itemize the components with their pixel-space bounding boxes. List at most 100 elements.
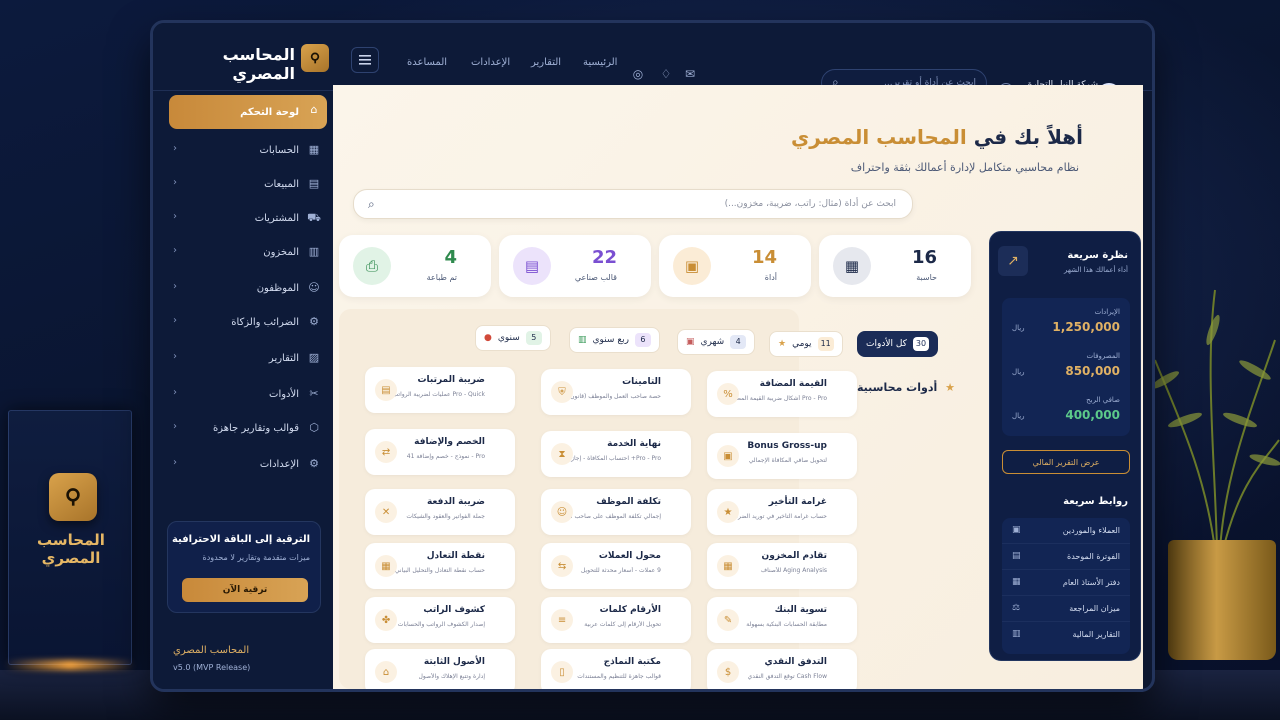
tool-desc: إدارة وتتبع الإهلاك والأصول [418, 673, 485, 680]
hamburger-icon [359, 55, 371, 65]
sidebar-item-templates[interactable]: ⬡ قوالب وتقارير جاهزة ‹ [169, 413, 327, 443]
tool-card[interactable]: ضريبة الدفعة جملة الفواتير والعقود والشيك… [365, 489, 515, 535]
tool-card[interactable]: تسوية البنك مطابقة الحسابات البنكية بسهول… [707, 597, 857, 643]
sidebar-item-dashboard[interactable]: ⌂ لوحة التحكم [169, 95, 327, 129]
sidebar-item-inventory[interactable]: ▥ المخزون ‹ [169, 237, 327, 267]
nav-reports[interactable]: التقارير [531, 57, 561, 68]
chevron-left-icon: ‹ [173, 351, 177, 362]
tool-name: ضريبة المرتبات [417, 375, 485, 385]
tools-heading-label: أدوات محاسبية [857, 381, 938, 394]
star-icon: ★ [717, 501, 739, 523]
tool-desc: 9 عملات - أسعار محدثة للتحويل [580, 567, 661, 574]
tool-card[interactable]: الأصول الثابتة إدارة وتتبع الإهلاك والأصو… [365, 649, 515, 689]
stat-value: 16 [911, 247, 937, 268]
tab-yearly[interactable]: 5 سنوي ● [475, 325, 551, 351]
sidebar: ⌂ لوحة التحكم ▦ الحسابات ‹ ▤ المبيعات ‹ … [153, 91, 333, 689]
tool-card[interactable]: القيمة المضافة Pro - Pro أشكال ضريبة القي… [707, 371, 857, 417]
chart-icon: ▨ [308, 351, 320, 364]
sidebar-item-label: الأدوات [269, 388, 299, 400]
profit-label: صافي الربح [1086, 396, 1120, 404]
tab-quarterly[interactable]: 6 ربع سنوي ▥ [569, 327, 660, 353]
sidebar-item-reports[interactable]: ▨ التقارير ‹ [169, 343, 327, 373]
quick-link-ledger[interactable]: دفتر الأستاذ العام ▦ [1002, 570, 1130, 596]
tool-card[interactable]: الخصم والإضافة Pro - نموذج - خصم وإضافة 4… [365, 429, 515, 475]
tool-card[interactable]: محول العملات 9 عملات - أسعار محدثة للتحوي… [541, 543, 691, 589]
tool-card[interactable]: نهاية الخدمة Pro - Pro+ احتساب المكافأة -… [541, 431, 691, 477]
tool-card[interactable]: ضريبة المرتبات Pro - Quick عمليات لضريبة … [365, 367, 515, 413]
quick-links-title: روابط سريعة [1063, 496, 1128, 507]
users-icon: ☺ [308, 281, 320, 294]
tool-name: الأصول الثابتة [423, 657, 485, 667]
sidebar-item-tools[interactable]: ✂ الأدوات ‹ [169, 379, 327, 409]
sidebar-item-label: لوحة التحكم [240, 106, 299, 118]
stat-value: 14 [751, 247, 777, 268]
sidebar-item-settings[interactable]: ⚙ الإعدادات ‹ [169, 449, 327, 479]
quick-link-label: دفتر الأستاذ العام [1062, 578, 1120, 587]
quick-link-customers[interactable]: العملاء والموردين ▣ [1002, 518, 1130, 544]
tab-monthly[interactable]: 4 شهري ▣ [677, 329, 756, 355]
tool-desc: لتحويل صافي المكافأة الإجمالي [748, 457, 827, 464]
page-subtitle: نظام محاسبي متكامل لإدارة أعمالك بثقة وا… [850, 161, 1079, 174]
upgrade-button[interactable]: ترقية الآن [182, 578, 308, 602]
revenue-currency: ريال [1012, 324, 1025, 332]
tab-all-tools[interactable]: 30 كل الأدوات [857, 331, 939, 357]
receipt-icon: ▤ [308, 177, 320, 190]
tool-desc: Pro - Pro+ احتساب المكافأة - إجازات مستح… [561, 455, 661, 462]
sidebar-item-purchases[interactable]: ⛟ المشتريات ‹ [169, 203, 327, 233]
quick-link-invoicing[interactable]: الفوترة الموحدة ▤ [1002, 544, 1130, 570]
revenue-value: 1,250,000 [1052, 320, 1120, 334]
nav-help[interactable]: المساعدة [407, 57, 447, 68]
building-icon: ⌂ [375, 661, 397, 683]
mail-icon[interactable]: ✉ [683, 67, 697, 81]
sidebar-item-label: المبيعات [264, 178, 299, 190]
template-icon: ⬡ [309, 421, 319, 434]
tool-desc: مطابقة الحسابات البنكية بسهولة [746, 621, 827, 628]
tool-card[interactable]: مكتبة النماذج قوالب جاهزة للتنظيم والمستن… [541, 649, 691, 689]
home-icon: ⌂ [310, 103, 318, 116]
welcome-prefix: أهلاً بك في [973, 125, 1083, 149]
tool-desc: Pro - نموذج - خصم وإضافة 41 [406, 453, 485, 460]
hourglass-icon: ⧗ [551, 443, 573, 465]
tool-card[interactable]: نقطة التعادل حساب نقطة التعادل والتحليل ا… [365, 543, 515, 589]
app-title: المحاسب المصري [222, 45, 295, 83]
sidebar-item-employees[interactable]: ☺ الموظفون ‹ [169, 273, 327, 303]
sidebar-item-sales[interactable]: ▤ المبيعات ‹ [169, 169, 327, 199]
sidebar-item-accounts[interactable]: ▦ الحسابات ‹ [169, 135, 327, 165]
tool-card[interactable]: تكلفة الموظف إجمالي تكلفة الموظف على صاحب… [541, 489, 691, 535]
menu-toggle-button[interactable] [351, 47, 379, 73]
gear-icon: ⚙ [309, 315, 319, 328]
quick-link-label: ميزان المراجعة [1069, 604, 1120, 613]
bell-icon[interactable]: ♢ [659, 67, 673, 81]
tool-card[interactable]: غرامة التأخير حساب غرامة التأخير في توريد… [707, 489, 857, 535]
sidebar-item-taxes[interactable]: ⚙ الضرائب والزكاة ‹ [169, 307, 327, 337]
chevron-left-icon: ‹ [173, 387, 177, 398]
tool-name: التدفق النقدي [764, 657, 827, 667]
nav-settings[interactable]: الإعدادات [471, 57, 510, 68]
tool-card[interactable]: تقادم المخزون Aging Analysis للأصناف ▦ [707, 543, 857, 589]
gift-icon: ▣ [717, 445, 739, 467]
stat-card-calculators[interactable]: 16 حاسبة ▦ [819, 235, 971, 297]
globe-icon[interactable]: ◎ [631, 67, 645, 81]
stat-card-templates[interactable]: 22 قالب صناعي ▤ [499, 235, 651, 297]
nav-home[interactable]: الرئيسية [583, 57, 617, 68]
stat-card-tools[interactable]: 14 أداة ▣ [659, 235, 811, 297]
tool-card[interactable]: التامينات حصة صاحب العمل والموظف (قانون ا… [541, 369, 691, 415]
tool-card[interactable]: الأرقام كلمات تحويل الأرقام إلى كلمات عرب… [541, 597, 691, 643]
tab-daily[interactable]: 11 يومي ★ [769, 331, 843, 357]
quick-subtitle: أداء أعمالك هذا الشهر [1063, 266, 1128, 274]
tool-card[interactable]: التدفق النقدي Cash Flow توقع التدفق النقد… [707, 649, 857, 689]
chevron-left-icon: ‹ [173, 281, 177, 292]
app-logo-icon[interactable] [301, 44, 329, 72]
text-icon: ≡ [551, 609, 573, 631]
tool-card[interactable]: Bonus Gross-up لتحويل صافي المكافأة الإجم… [707, 433, 857, 479]
stat-value: 4 [444, 247, 457, 268]
quick-link-trial-balance[interactable]: ميزان المراجعة ⚖ [1002, 596, 1130, 622]
stat-label: قالب صناعي [574, 273, 617, 282]
tool-card[interactable]: كشوف الراتب إصدار الكشوف الرواتب والحسابا… [365, 597, 515, 643]
monitor-screen: المحاسب المصري المساعدة الإعدادات التقار… [150, 20, 1155, 692]
stat-card-printed[interactable]: 4 تم طباعة ⎙ [339, 235, 491, 297]
tool-search-input[interactable]: ابحث عن أداة (مثال: راتب، ضريبة، مخزون..… [353, 189, 913, 219]
quick-link-financial-reports[interactable]: التقارير المالية ▥ [1002, 622, 1130, 648]
financial-report-button[interactable]: عرض التقرير المالي [1002, 450, 1130, 474]
expenses-label: المصروفات [1086, 352, 1120, 360]
